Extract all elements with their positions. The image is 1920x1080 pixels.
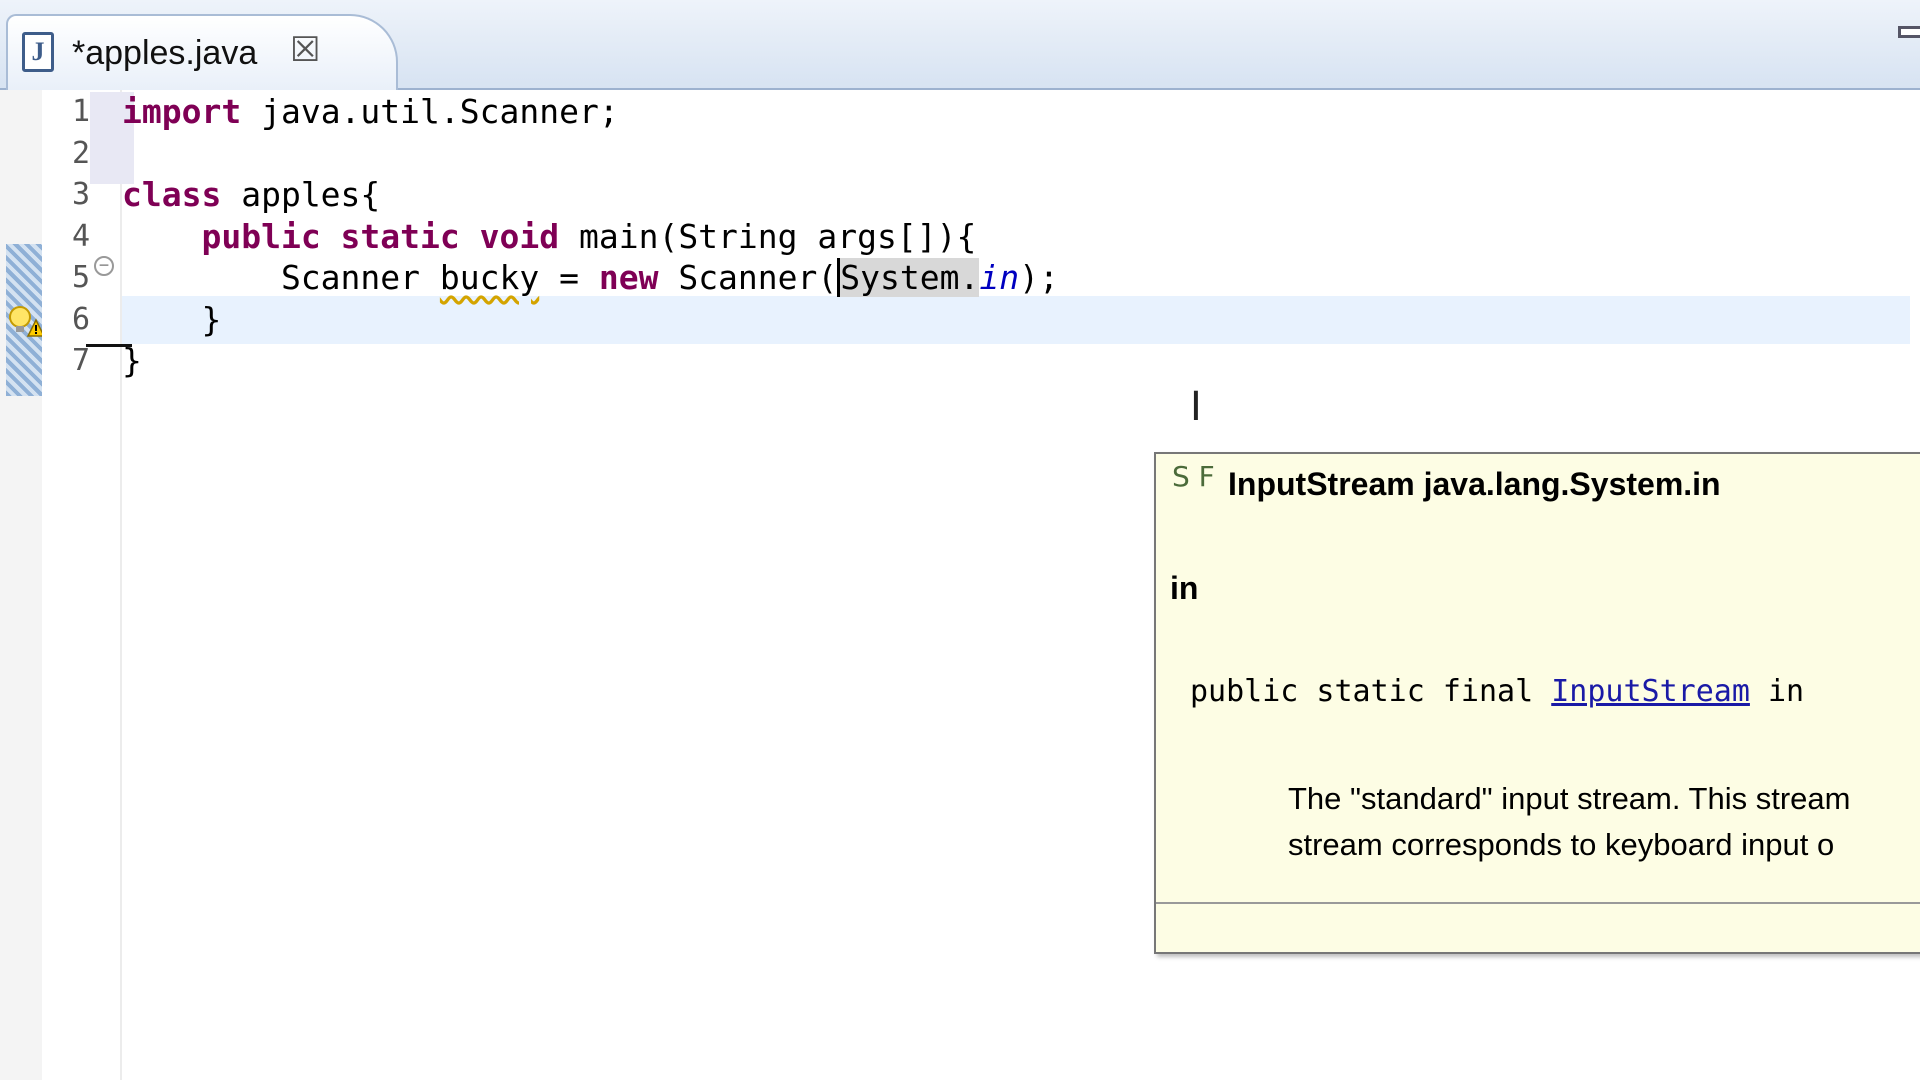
code-token: Scanner( [658, 258, 838, 297]
description-line: stream corresponds to keyboard input o [1288, 827, 1835, 862]
code-token: bucky [439, 258, 540, 297]
static-final-field-icon: S F [1172, 460, 1215, 493]
code-token: class [122, 175, 222, 214]
code-line[interactable]: } [122, 300, 221, 339]
popup-description: The "standard" input stream. This stream… [1288, 776, 1920, 868]
java-file-icon: J [22, 32, 54, 72]
signature-suffix: in [1749, 674, 1805, 709]
popup-header: InputStream java.lang.System.in [1228, 466, 1721, 502]
code-token: apples{ [221, 175, 381, 214]
editor-tab-bar: J *apples.java ☒ [0, 0, 1920, 90]
code-token: Scanner [122, 258, 440, 297]
line-number-gutter: 1 2 3 4 5 6 7 [42, 90, 134, 1080]
tab-label: *apples.java [72, 34, 258, 72]
popup-field-name: in [1170, 570, 1199, 606]
line-number: 4 [71, 218, 90, 254]
minimize-icon[interactable] [1898, 26, 1920, 38]
code-token: in [979, 258, 1020, 297]
javadoc-hover-popup[interactable]: S F InputStream java.lang.System.in in p… [1154, 452, 1920, 954]
code-token: main(String args[]){ [559, 216, 977, 256]
code-line[interactable]: class apples{ [122, 175, 380, 214]
editor-tab-apples-java[interactable]: J *apples.java ☒ [6, 14, 398, 90]
code-token: = [539, 258, 599, 297]
code-line[interactable]: Scanner bucky = new Scanner(System.in); [122, 258, 1059, 297]
code-token: } [122, 341, 142, 380]
popup-footer-divider [1156, 902, 1920, 904]
close-icon[interactable]: ☒ [290, 30, 320, 70]
signature-prefix: public static final [1190, 674, 1552, 709]
annotation-ruler [0, 90, 44, 1080]
warning-lightbulb-icon[interactable] [6, 304, 44, 338]
code-token: System. [840, 258, 980, 297]
code-line[interactable]: public static void main(String args[]){ [122, 217, 976, 256]
code-token: new [598, 258, 659, 297]
popup-signature: public static final InputStream in [1190, 674, 1804, 709]
line-number: 6 [71, 301, 90, 337]
mouse-ibeam-cursor-icon: I [1190, 384, 1202, 430]
code-token: public static void [201, 216, 560, 256]
line-number: 7 [71, 343, 90, 378]
code-line[interactable]: } [122, 341, 142, 380]
line-number: 2 [71, 135, 90, 171]
collapse-icon[interactable]: − [94, 256, 114, 276]
line-number: 3 [71, 177, 90, 212]
description-line: The "standard" input stream. This stream [1288, 781, 1851, 816]
line-number: 5 [71, 260, 90, 295]
current-line-highlight [122, 296, 1910, 344]
code-token: import [122, 92, 242, 131]
code-token: ); [1019, 258, 1059, 297]
line-number: 1 [71, 94, 90, 129]
code-token: java.util.Scanner; [241, 92, 619, 131]
code-line[interactable]: import java.util.Scanner; [122, 92, 619, 131]
inputstream-link[interactable]: InputStream [1551, 674, 1750, 709]
code-editor[interactable]: 1 2 3 4 5 6 7 − import java.util.Scanner; class… [0, 90, 1920, 1080]
code-token: } [122, 299, 222, 339]
